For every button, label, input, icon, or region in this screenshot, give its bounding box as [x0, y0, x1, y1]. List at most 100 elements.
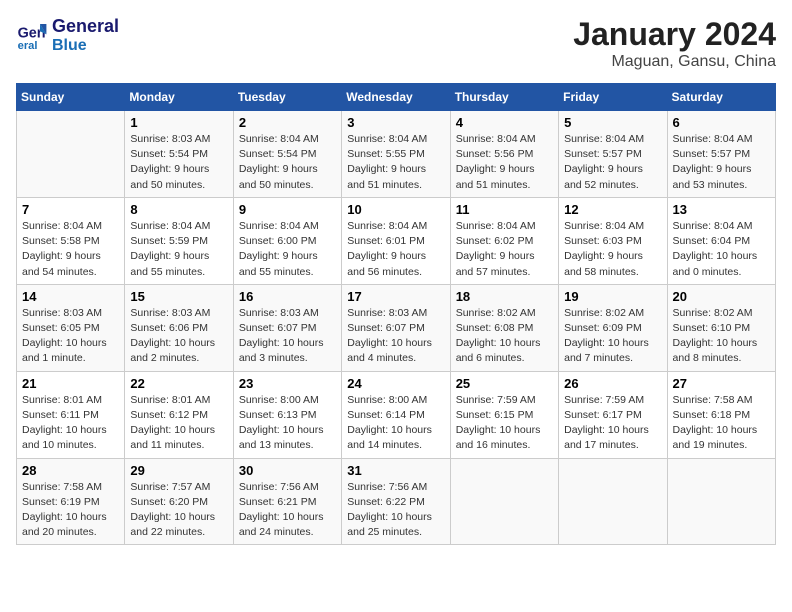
week-row-5: 28 Sunrise: 7:58 AM Sunset: 6:19 PM Dayli… — [17, 458, 776, 545]
day-info: Sunrise: 8:00 AM Sunset: 6:14 PM Dayligh… — [347, 393, 444, 454]
day-number: 27 — [673, 376, 770, 391]
calendar-cell: 16Sunrise: 8:03 AM Sunset: 6:07 PM Dayli… — [233, 284, 341, 371]
col-header-monday: Monday — [125, 84, 233, 111]
calendar-title: January 2024 — [573, 16, 776, 53]
title-block: January 2024 Maguan, Gansu, China — [573, 16, 776, 71]
calendar-cell: 25Sunrise: 7:59 AM Sunset: 6:15 PM Dayli… — [450, 371, 558, 458]
calendar-subtitle: Maguan, Gansu, China — [573, 53, 776, 71]
day-number: 15 — [130, 289, 227, 304]
week-row-4: 21Sunrise: 8:01 AM Sunset: 6:11 PM Dayli… — [17, 371, 776, 458]
day-number: 19 — [564, 289, 661, 304]
day-info: Sunrise: 8:02 AM Sunset: 6:08 PM Dayligh… — [456, 306, 553, 367]
day-number: 18 — [456, 289, 553, 304]
day-number: 30 — [239, 463, 336, 478]
calendar-cell: 1Sunrise: 8:03 AM Sunset: 5:54 PM Daylig… — [125, 111, 233, 198]
day-number: 4 — [456, 115, 553, 130]
day-number: 5 — [564, 115, 661, 130]
day-info: Sunrise: 8:04 AM Sunset: 5:59 PM Dayligh… — [130, 219, 227, 280]
day-number: 2 — [239, 115, 336, 130]
calendar-cell: 3 Sunrise: 8:04 AM Sunset: 5:55 PM Daylig… — [342, 111, 450, 198]
col-header-friday: Friday — [559, 84, 667, 111]
day-info: Sunrise: 8:04 AM Sunset: 6:01 PM Dayligh… — [347, 219, 444, 280]
calendar-cell: 12 Sunrise: 8:04 AM Sunset: 6:03 PM Dayli… — [559, 197, 667, 284]
day-info: Sunrise: 8:04 AM Sunset: 6:03 PM Dayligh… — [564, 219, 661, 280]
day-number: 11 — [456, 202, 553, 217]
day-number: 13 — [673, 202, 770, 217]
day-info: Sunrise: 7:56 AM Sunset: 6:22 PM Dayligh… — [347, 480, 444, 541]
calendar-cell: 14 Sunrise: 8:03 AM Sunset: 6:05 PM Dayli… — [17, 284, 125, 371]
day-number: 28 — [22, 463, 119, 478]
day-number: 7 — [22, 202, 119, 217]
week-row-2: 7 Sunrise: 8:04 AM Sunset: 5:58 PM Daylig… — [17, 197, 776, 284]
day-info: Sunrise: 8:03 AM Sunset: 6:07 PM Dayligh… — [347, 306, 444, 367]
day-number: 3 — [347, 115, 444, 130]
day-number: 29 — [130, 463, 227, 478]
calendar-cell — [17, 111, 125, 198]
day-number: 14 — [22, 289, 119, 304]
day-number: 21 — [22, 376, 119, 391]
day-number: 9 — [239, 202, 336, 217]
day-number: 1 — [130, 115, 227, 130]
day-info: Sunrise: 8:03 AM Sunset: 6:06 PM Dayligh… — [130, 306, 227, 367]
day-info: Sunrise: 8:00 AM Sunset: 6:13 PM Dayligh… — [239, 393, 336, 454]
calendar-cell: 18 Sunrise: 8:02 AM Sunset: 6:08 PM Dayli… — [450, 284, 558, 371]
day-info: Sunrise: 8:03 AM Sunset: 6:05 PM Dayligh… — [22, 306, 119, 367]
day-info: Sunrise: 8:02 AM Sunset: 6:10 PM Dayligh… — [673, 306, 770, 367]
calendar-cell: 5Sunrise: 8:04 AM Sunset: 5:57 PM Daylig… — [559, 111, 667, 198]
calendar-cell: 9 Sunrise: 8:04 AM Sunset: 6:00 PM Daylig… — [233, 197, 341, 284]
day-info: Sunrise: 8:04 AM Sunset: 6:00 PM Dayligh… — [239, 219, 336, 280]
calendar-cell — [559, 458, 667, 545]
svg-text:eral: eral — [18, 39, 38, 51]
calendar-cell — [667, 458, 775, 545]
calendar-cell: 22 Sunrise: 8:01 AM Sunset: 6:12 PM Dayli… — [125, 371, 233, 458]
day-number: 17 — [347, 289, 444, 304]
day-info: Sunrise: 8:04 AM Sunset: 5:58 PM Dayligh… — [22, 219, 119, 280]
day-number: 22 — [130, 376, 227, 391]
calendar-cell: 13 Sunrise: 8:04 AM Sunset: 6:04 PM Dayli… — [667, 197, 775, 284]
day-info: Sunrise: 8:04 AM Sunset: 6:04 PM Dayligh… — [673, 219, 770, 280]
logo-line2: Blue — [52, 37, 119, 55]
calendar-cell: 23 Sunrise: 8:00 AM Sunset: 6:13 PM Dayli… — [233, 371, 341, 458]
day-number: 23 — [239, 376, 336, 391]
calendar-cell: 11 Sunrise: 8:04 AM Sunset: 6:02 PM Dayli… — [450, 197, 558, 284]
calendar-cell: 4 Sunrise: 8:04 AM Sunset: 5:56 PM Daylig… — [450, 111, 558, 198]
calendar-cell: 20 Sunrise: 8:02 AM Sunset: 6:10 PM Dayli… — [667, 284, 775, 371]
day-number: 26 — [564, 376, 661, 391]
day-info: Sunrise: 8:04 AM Sunset: 5:57 PM Dayligh… — [673, 132, 770, 193]
calendar-table: SundayMondayTuesdayWednesdayThursdayFrid… — [16, 83, 776, 545]
day-number: 24 — [347, 376, 444, 391]
calendar-cell — [450, 458, 558, 545]
day-info: Sunrise: 8:01 AM Sunset: 6:12 PM Dayligh… — [130, 393, 227, 454]
calendar-cell: 31 Sunrise: 7:56 AM Sunset: 6:22 PM Dayli… — [342, 458, 450, 545]
day-info: Sunrise: 8:04 AM Sunset: 6:02 PM Dayligh… — [456, 219, 553, 280]
day-info: Sunrise: 7:58 AM Sunset: 6:19 PM Dayligh… — [22, 480, 119, 541]
calendar-cell: 6 Sunrise: 8:04 AM Sunset: 5:57 PM Daylig… — [667, 111, 775, 198]
col-header-sunday: Sunday — [17, 84, 125, 111]
calendar-cell: 28 Sunrise: 7:58 AM Sunset: 6:19 PM Dayli… — [17, 458, 125, 545]
column-headers: SundayMondayTuesdayWednesdayThursdayFrid… — [17, 84, 776, 111]
calendar-cell: 17 Sunrise: 8:03 AM Sunset: 6:07 PM Dayli… — [342, 284, 450, 371]
calendar-cell: 29Sunrise: 7:57 AM Sunset: 6:20 PM Dayli… — [125, 458, 233, 545]
calendar-cell: 10Sunrise: 8:04 AM Sunset: 6:01 PM Dayli… — [342, 197, 450, 284]
calendar-cell: 19 Sunrise: 8:02 AM Sunset: 6:09 PM Dayli… — [559, 284, 667, 371]
day-number: 25 — [456, 376, 553, 391]
logo-icon: Gen eral — [16, 20, 48, 52]
day-info: Sunrise: 7:58 AM Sunset: 6:18 PM Dayligh… — [673, 393, 770, 454]
day-info: Sunrise: 8:03 AM Sunset: 6:07 PM Dayligh… — [239, 306, 336, 367]
day-info: Sunrise: 8:04 AM Sunset: 5:56 PM Dayligh… — [456, 132, 553, 193]
col-header-tuesday: Tuesday — [233, 84, 341, 111]
day-info: Sunrise: 8:04 AM Sunset: 5:55 PM Dayligh… — [347, 132, 444, 193]
day-number: 6 — [673, 115, 770, 130]
logo-line1: General — [52, 16, 119, 37]
col-header-thursday: Thursday — [450, 84, 558, 111]
day-info: Sunrise: 7:59 AM Sunset: 6:17 PM Dayligh… — [564, 393, 661, 454]
day-number: 12 — [564, 202, 661, 217]
calendar-cell: 26 Sunrise: 7:59 AM Sunset: 6:17 PM Dayli… — [559, 371, 667, 458]
day-info: Sunrise: 8:02 AM Sunset: 6:09 PM Dayligh… — [564, 306, 661, 367]
day-number: 31 — [347, 463, 444, 478]
calendar-cell: 2Sunrise: 8:04 AM Sunset: 5:54 PM Daylig… — [233, 111, 341, 198]
calendar-cell: 30Sunrise: 7:56 AM Sunset: 6:21 PM Dayli… — [233, 458, 341, 545]
day-number: 20 — [673, 289, 770, 304]
calendar-cell: 8 Sunrise: 8:04 AM Sunset: 5:59 PM Daylig… — [125, 197, 233, 284]
day-number: 8 — [130, 202, 227, 217]
